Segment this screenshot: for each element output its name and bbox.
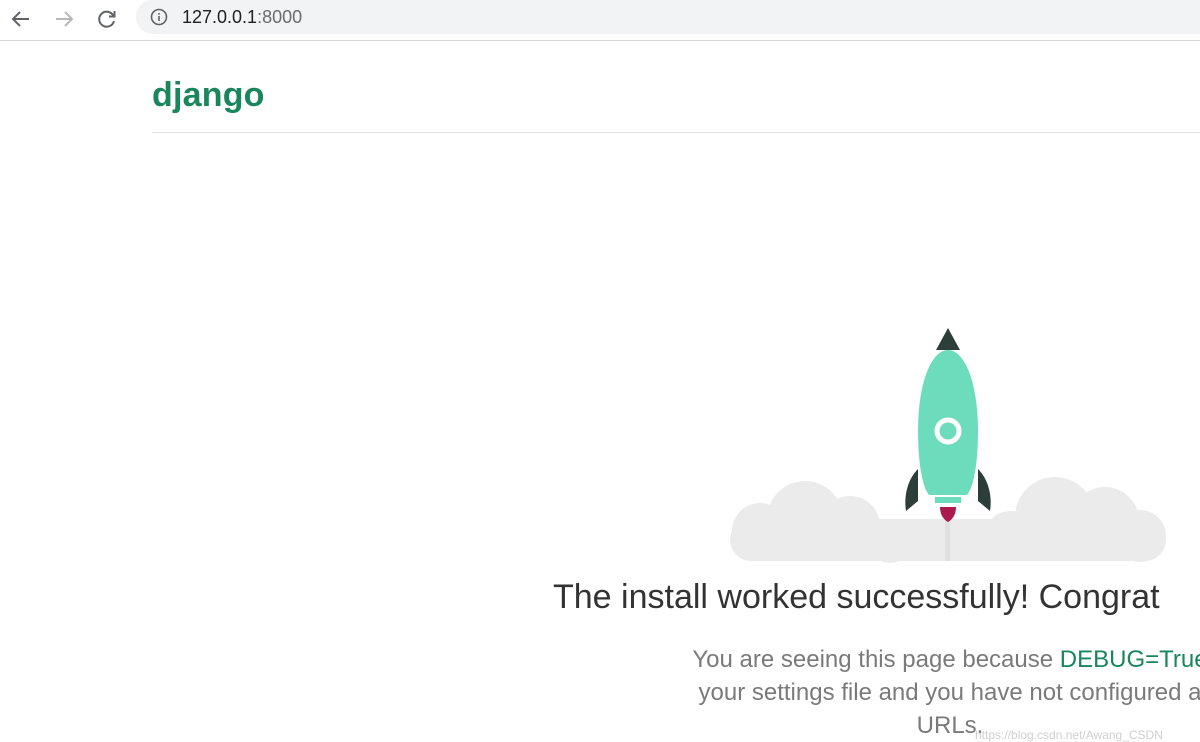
back-button[interactable] <box>6 4 36 34</box>
description-line-1: You are seeing this page because DEBUG=T… <box>560 643 1200 676</box>
site-header: django <box>152 41 1200 133</box>
arrow-right-icon <box>56 11 74 27</box>
rocket-icon <box>905 328 991 522</box>
reload-button[interactable] <box>92 4 122 34</box>
browser-toolbar: 127.0.0.1:8000 <box>0 0 1200 41</box>
url-port: :8000 <box>257 7 303 27</box>
watermark-text: https://blog.csdn.net/Awang_CSDN <box>975 728 1163 742</box>
reload-icon <box>98 10 116 28</box>
django-logo[interactable]: django <box>152 75 265 115</box>
debug-setting-code: DEBUG=True <box>1059 646 1200 673</box>
page-content: django The install worked successfully! … <box>0 41 1200 742</box>
address-bar[interactable]: 127.0.0.1:8000 <box>136 0 1200 34</box>
url-host: 127.0.0.1 <box>182 7 258 27</box>
url-text[interactable]: 127.0.0.1:8000 <box>182 6 302 28</box>
install-success-heading: The install worked successfully! Congrat <box>553 578 1160 616</box>
description-text: You are seeing this page because <box>692 646 1060 673</box>
description-line-2: your settings file and you have not conf… <box>698 679 1200 706</box>
arrow-left-icon <box>11 11 29 27</box>
forward-button[interactable] <box>49 4 79 34</box>
exhaust-trail <box>945 519 950 561</box>
rocket-illustration <box>730 328 1166 563</box>
info-icon[interactable] <box>150 8 168 26</box>
